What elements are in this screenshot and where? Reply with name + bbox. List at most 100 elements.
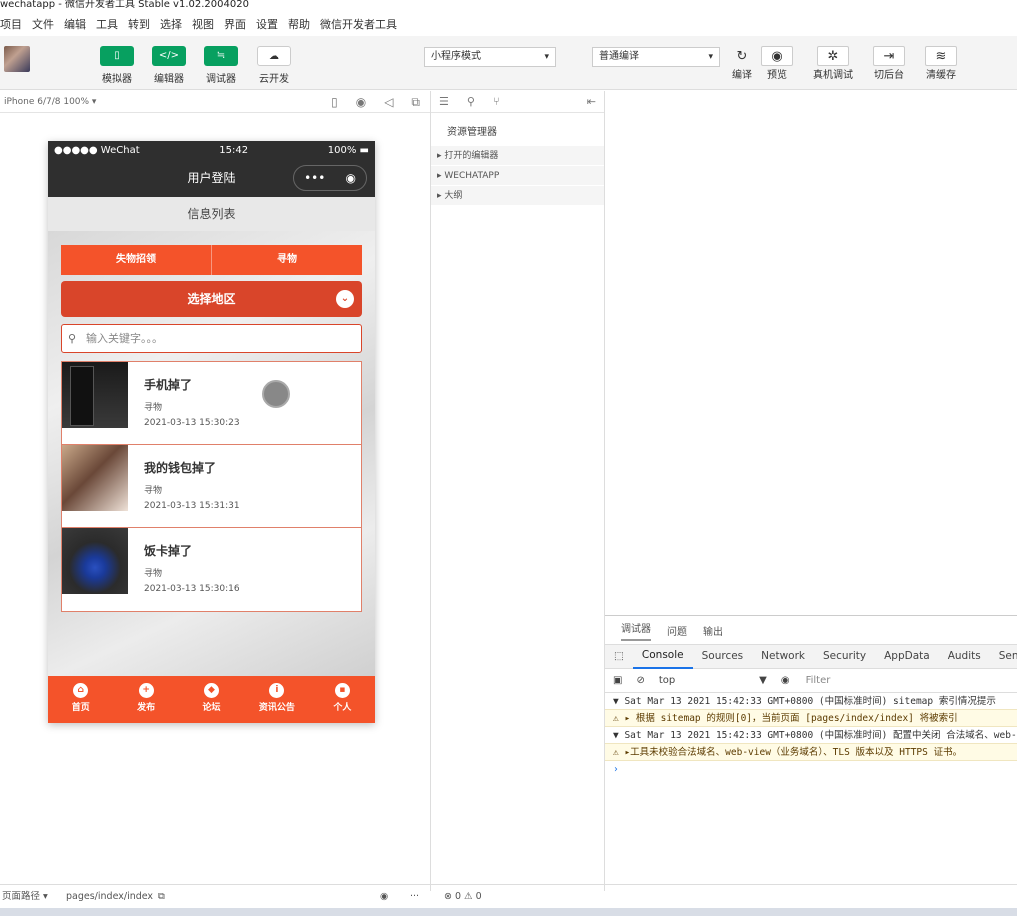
log-group[interactable]: ▼ Sat Mar 13 2021 15:42:33 GMT+0800 (中国标…	[605, 727, 1017, 744]
tab-found[interactable]: 失物招领	[61, 245, 212, 275]
menu-item[interactable]: 文件	[32, 16, 54, 32]
clear-cache-button[interactable]: ≋ 清缓存	[922, 46, 960, 81]
collapse-icon[interactable]: ⇤	[587, 95, 596, 108]
search-input[interactable]: ⚲ 输入关键字。。。	[61, 324, 362, 353]
info-icon: i	[269, 683, 285, 698]
preview-button[interactable]: ◉ 预览	[761, 46, 793, 81]
tab-output[interactable]: 输出	[703, 623, 723, 638]
menu-item[interactable]: 帮助	[288, 16, 310, 32]
menu-item[interactable]: 设置	[256, 16, 278, 32]
branch-icon[interactable]: ⑂	[493, 95, 500, 108]
page-path-select[interactable]: 页面路径 ▾	[2, 885, 48, 909]
phone-icon[interactable]: ▯	[331, 91, 338, 113]
menu-item[interactable]: 界面	[224, 16, 246, 32]
record-icon[interactable]: ◉	[356, 91, 366, 113]
os-taskbar	[0, 908, 1017, 916]
simulator-icon: ▯	[100, 46, 134, 66]
code-icon: </>	[152, 46, 186, 66]
filter-input[interactable]: Filter	[800, 675, 831, 686]
tab-profile[interactable]: ▪ 个人	[310, 676, 375, 723]
mode-select[interactable]: 小程序模式	[424, 47, 556, 67]
simulator-button[interactable]: ▯ 模拟器	[99, 46, 135, 85]
context-select[interactable]: top ▼	[653, 675, 771, 686]
explorer-title: 资源管理器	[447, 127, 497, 138]
inspect-icon[interactable]: ⬚	[605, 645, 633, 668]
menu-item[interactable]: 编辑	[64, 16, 86, 32]
tab-console[interactable]: Console	[632, 644, 693, 669]
region-picker[interactable]: 选择地区 ⌄	[61, 281, 362, 317]
menu-item[interactable]: 工具	[96, 16, 118, 32]
tab-problems[interactable]: 问题	[667, 623, 687, 638]
tab-sources[interactable]: Sources	[693, 645, 753, 668]
background-button[interactable]: ⇥ 切后台	[870, 46, 908, 81]
volume-icon[interactable]: ◁	[384, 91, 393, 113]
tab-home[interactable]: ⌂ 首页	[48, 676, 113, 723]
preview-label: 预览	[767, 70, 787, 81]
user-avatar[interactable]	[4, 46, 30, 72]
log-warning[interactable]: ⚠ ▸工具未校验合法域名、web-view（业务域名）、TLS 版本以及 HTT…	[605, 744, 1017, 761]
log-group[interactable]: ▼ Sat Mar 13 2021 15:42:33 GMT+0800 (中国标…	[605, 693, 1017, 710]
list-item[interactable]: 饭卡掉了 寻物 2021-03-13 15:30:16	[62, 528, 361, 611]
copy-icon[interactable]: ⧉	[158, 885, 165, 909]
menu-item[interactable]: 微信开发者工具	[320, 16, 397, 32]
eye-icon[interactable]: ◉	[771, 675, 800, 686]
simulator-header: iPhone 6/7/8 100% ▾ ▯ ◉ ◁ ⧉	[0, 91, 430, 113]
cloud-label: 云开发	[259, 74, 289, 85]
file-explorer: ☰ ⚲ ⑂ ⇤ 资源管理器 ▸ 打开的编辑器 ▸ WECHATAPP ▸ 大纲	[431, 91, 604, 891]
menu-item[interactable]: 转到	[128, 16, 150, 32]
debugger-label: 调试器	[206, 74, 236, 85]
cloud-button[interactable]: ☁ 云开发	[256, 46, 292, 85]
tab-network[interactable]: Network	[752, 645, 814, 668]
compile-button[interactable]: ↻ 编译	[728, 46, 756, 81]
tab-security[interactable]: Security	[814, 645, 875, 668]
remote-debug-button[interactable]: ✲ 真机调试	[810, 46, 856, 81]
console-prompt[interactable]: ›	[605, 761, 1017, 778]
capsule-menu: ••• ◉	[293, 165, 367, 191]
tab-debugger[interactable]: 调试器	[621, 620, 651, 641]
debugger-button[interactable]: ≒ 调试器	[203, 46, 239, 85]
tab-news[interactable]: i 资讯公告	[244, 676, 309, 723]
chevron-down-icon: ⌄	[336, 290, 354, 308]
chat-icon: ▪	[334, 683, 350, 698]
close-circle-icon[interactable]: ◉	[345, 165, 355, 191]
explorer-toolbar: ☰ ⚲ ⑂ ⇤	[431, 91, 604, 113]
phone-nav-bar: 用户登陆 ••• ◉	[48, 159, 375, 197]
tab-sensor[interactable]: Sensor	[990, 645, 1017, 668]
menu-item[interactable]: 视图	[192, 16, 214, 32]
editor-label: 编辑器	[154, 74, 184, 85]
more-icon[interactable]: ···	[410, 885, 419, 909]
phone-image	[62, 362, 128, 428]
tab-forum[interactable]: ◆ 论坛	[179, 676, 244, 723]
error-count[interactable]: ⊗ 0 ⚠ 0	[444, 885, 482, 909]
menu-item[interactable]: 项目	[0, 16, 22, 32]
list-item[interactable]: 我的钱包掉了 寻物 2021-03-13 15:31:31	[62, 445, 361, 528]
detach-icon[interactable]: ⧉	[411, 91, 420, 113]
section-open-editors[interactable]: ▸ 打开的编辑器	[431, 146, 604, 166]
device-select[interactable]: iPhone 6/7/8 100% ▾	[4, 97, 96, 107]
tab-audits[interactable]: Audits	[939, 645, 990, 668]
bug-icon: ✲	[817, 46, 849, 66]
item-title: 饭卡掉了	[144, 544, 193, 558]
tab-appdata[interactable]: AppData	[875, 645, 939, 668]
wallet-image	[62, 445, 128, 511]
more-icon[interactable]: •••	[304, 165, 325, 191]
battery: 100% ▬	[327, 144, 369, 156]
compile-select[interactable]: 普通编译	[592, 47, 720, 67]
sidebar-toggle-icon[interactable]: ▣	[605, 675, 628, 686]
section-outline[interactable]: ▸ 大纲	[431, 186, 604, 206]
tab-publish[interactable]: + 发布	[113, 676, 178, 723]
compile-label: 编译	[732, 70, 752, 81]
section-project[interactable]: ▸ WECHATAPP	[431, 166, 604, 186]
editor-button[interactable]: </> 编辑器	[151, 46, 187, 85]
tab-lost[interactable]: 寻物	[212, 245, 362, 275]
clear-console-icon[interactable]: ⊘	[628, 675, 652, 686]
eye-icon[interactable]: ◉	[380, 885, 388, 909]
devtools-tabs: ⬚ Console Sources Network Security AppDa…	[605, 644, 1017, 669]
search-icon[interactable]: ⚲	[467, 95, 475, 108]
list-item[interactable]: 手机掉了 寻物 2021-03-13 15:30:23	[62, 362, 361, 445]
carrier: ●●●●● WeChat	[54, 144, 140, 156]
log-warning[interactable]: ⚠ ▸ 根据 sitemap 的规则[0]，当前页面 [pages/index/…	[605, 710, 1017, 727]
menu-item[interactable]: 选择	[160, 16, 182, 32]
list-icon[interactable]: ☰	[439, 95, 449, 108]
phone-simulator: ●●●●● WeChat 15:42 100% ▬ 用户登陆 ••• ◉ 信息列…	[48, 141, 375, 723]
